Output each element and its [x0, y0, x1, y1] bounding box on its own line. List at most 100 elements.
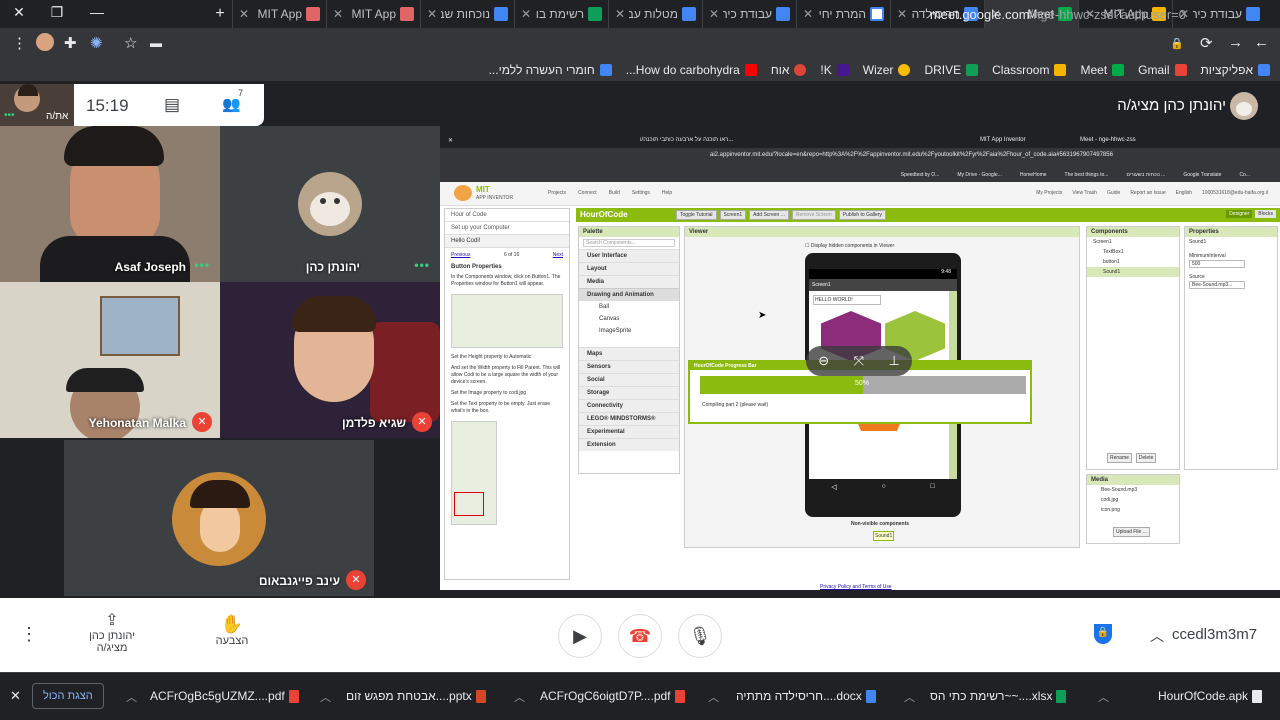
- publish-gallery-button[interactable]: Publish to Gallery: [838, 210, 886, 220]
- ai-menu-item[interactable]: Connect: [578, 190, 597, 196]
- browser-tab[interactable]: רשימת בו ✕: [514, 0, 608, 28]
- close-tab-icon[interactable]: ✕: [709, 7, 719, 21]
- browser-tab[interactable]: עבודת כית ✕: [702, 0, 796, 28]
- media-item[interactable]: Bee-Sound.mp3: [1087, 485, 1179, 495]
- palette-category[interactable]: User Interface: [579, 249, 679, 262]
- privacy-link[interactable]: Privacy Policy and Terms of Use: [820, 584, 892, 590]
- bookmark-item[interactable]: אוח: [771, 63, 807, 77]
- back-icon[interactable]: ←: [1254, 34, 1269, 51]
- ai-menu-item[interactable]: Guide: [1107, 190, 1120, 196]
- palette-category[interactable]: Sensors: [579, 360, 679, 373]
- meeting-code[interactable]: ccedl3m3m7: [1172, 626, 1257, 643]
- profile-avatar[interactable]: [36, 33, 54, 51]
- browser-tab[interactable]: המרת יחי ✕: [796, 0, 890, 28]
- palette-category[interactable]: Media: [579, 275, 679, 288]
- ai-menu-item[interactable]: Settings: [632, 190, 650, 196]
- browser-tab[interactable]: נוכחות שב ✕: [420, 0, 514, 28]
- new-tab-button[interactable]: +: [208, 5, 232, 23]
- palette-category[interactable]: Extension: [579, 438, 679, 451]
- chevron-up-icon[interactable]: ︿: [1150, 626, 1164, 646]
- participant-tile[interactable]: Yehonatan Malka ✕: [0, 282, 220, 438]
- rename-button[interactable]: Rename: [1107, 453, 1132, 463]
- bookmark-item[interactable]: How do carbohydra...: [626, 63, 757, 77]
- bookmark-item[interactable]: Gmail: [1138, 63, 1187, 77]
- screen-select-button[interactable]: Screen1: [719, 210, 747, 220]
- pin-icon[interactable]: ⊥: [888, 353, 899, 369]
- browser-tab[interactable]: עבודת כיתה✕: [1172, 0, 1266, 28]
- close-tab-icon[interactable]: ✕: [427, 7, 437, 21]
- zoom-out-icon[interactable]: ⊖: [818, 353, 829, 369]
- bookmark-item[interactable]: DRIVE: [924, 63, 979, 77]
- close-downloads-icon[interactable]: ✕: [10, 688, 21, 704]
- chevron-up-icon[interactable]: ︿: [1098, 689, 1109, 705]
- restore-icon[interactable]: ❐: [46, 4, 68, 21]
- bookmark-item[interactable]: חומרי העשרה ללמי...: [489, 63, 612, 77]
- tutorial-prev-link[interactable]: Previous: [451, 252, 470, 258]
- download-item[interactable]: רשימת כתי הס~~....xlsx: [930, 689, 1067, 704]
- chat-icon[interactable]: ▤: [164, 95, 180, 115]
- bookmark-item[interactable]: Classroom: [992, 63, 1067, 77]
- close-tab-icon[interactable]: ✕: [615, 7, 625, 21]
- tutorial-item[interactable]: Hello Codi!: [445, 235, 569, 248]
- designer-button[interactable]: Designer: [1226, 210, 1253, 218]
- participant-tile[interactable]: שגיא פלדמן ✕: [220, 282, 440, 438]
- download-item[interactable]: חריסילדה מתתיה....docx: [736, 689, 876, 704]
- download-item[interactable]: ACFrOgBc5gUZMZ....pdf: [150, 689, 299, 704]
- close-tab-icon[interactable]: ✕: [239, 7, 249, 21]
- property-input[interactable]: 500: [1189, 260, 1245, 268]
- media-item[interactable]: codi.jpg: [1087, 495, 1179, 505]
- component-tree-item[interactable]: TextBox1: [1087, 247, 1179, 257]
- forward-icon[interactable]: →: [1228, 34, 1243, 51]
- chevron-up-icon[interactable]: ︿: [514, 689, 525, 705]
- palette-item[interactable]: Ball: [579, 301, 679, 313]
- palette-item[interactable]: ImageSprite: [579, 325, 679, 337]
- tutorial-item[interactable]: Hour of Code: [445, 209, 569, 222]
- close-window-icon[interactable]: ✕: [8, 4, 30, 21]
- chevron-up-icon[interactable]: ︿: [126, 689, 137, 705]
- ai-menu-item[interactable]: Projects: [548, 190, 566, 196]
- menu-dots-icon[interactable]: ⋮: [12, 34, 27, 52]
- close-tab-icon[interactable]: ✕: [333, 7, 343, 21]
- download-item[interactable]: אבטחת מפגש זום....pptx: [346, 689, 486, 704]
- chevron-up-icon[interactable]: ︿: [904, 689, 915, 705]
- hidden-components-checkbox[interactable]: ☐ Display hidden components in Viewer: [805, 243, 894, 249]
- media-item[interactable]: icon.png: [1087, 505, 1179, 515]
- remove-screen-button[interactable]: Remove Screen: [791, 210, 836, 220]
- tutorial-next-link[interactable]: Next: [553, 252, 563, 258]
- presenting-button[interactable]: ⇪ יהונתן כהן מציג/ה: [84, 610, 140, 654]
- download-item[interactable]: ACFrOgC6oigtD7P....pdf: [540, 689, 685, 704]
- close-tab-icon[interactable]: ✕: [803, 7, 813, 21]
- palette-category[interactable]: Social: [579, 373, 679, 386]
- download-item[interactable]: HourOfCode.apk: [1158, 689, 1263, 704]
- ai-menu-item[interactable]: Report an Issue: [1130, 190, 1165, 196]
- show-all-downloads-button[interactable]: הצגת הכול: [32, 683, 104, 709]
- raise-hand-button[interactable]: ✋ הצבעה: [208, 614, 256, 647]
- palette-category[interactable]: LEGO® MINDSTORMS®: [579, 412, 679, 425]
- close-tab-icon[interactable]: ✕: [897, 7, 907, 21]
- extension-star-icon[interactable]: ✺: [90, 34, 103, 52]
- bookmark-item[interactable]: Meet: [1080, 63, 1125, 77]
- participant-tile[interactable]: יהונתן כהן •••: [220, 126, 440, 282]
- browser-tab[interactable]: MIT App ✕: [232, 0, 326, 28]
- component-tree-item[interactable]: button1: [1087, 257, 1179, 267]
- chevron-up-icon[interactable]: ︿: [708, 689, 719, 705]
- more-options-icon[interactable]: ⋮: [20, 624, 38, 645]
- property-input[interactable]: Bee-Sound.mp3...: [1189, 281, 1245, 289]
- reload-icon[interactable]: ⟳: [1200, 34, 1213, 52]
- extensions-icon[interactable]: ✚: [64, 34, 77, 52]
- chevron-up-icon[interactable]: ︿: [320, 689, 331, 705]
- fit-icon[interactable]: ⤧: [854, 353, 864, 369]
- toggle-tutorial-button[interactable]: Toggle Tutorial: [676, 210, 717, 220]
- palette-search-input[interactable]: Search Components...: [583, 239, 675, 247]
- palette-category[interactable]: Maps: [579, 347, 679, 360]
- delete-button[interactable]: Delete: [1135, 453, 1157, 463]
- camera-toggle-button[interactable]: ▶: [558, 614, 602, 658]
- minimize-icon[interactable]: —: [86, 4, 108, 20]
- nonvisible-item[interactable]: Sound1: [873, 531, 895, 541]
- bookmark-star-icon[interactable]: ☆: [124, 34, 137, 52]
- ai-menu-item[interactable]: English: [1176, 190, 1192, 196]
- ai-menu-item[interactable]: Build: [609, 190, 620, 196]
- upload-file-button[interactable]: Upload File ...: [1113, 527, 1150, 537]
- palette-category[interactable]: Layout: [579, 262, 679, 275]
- palette-category[interactable]: Connectivity: [579, 399, 679, 412]
